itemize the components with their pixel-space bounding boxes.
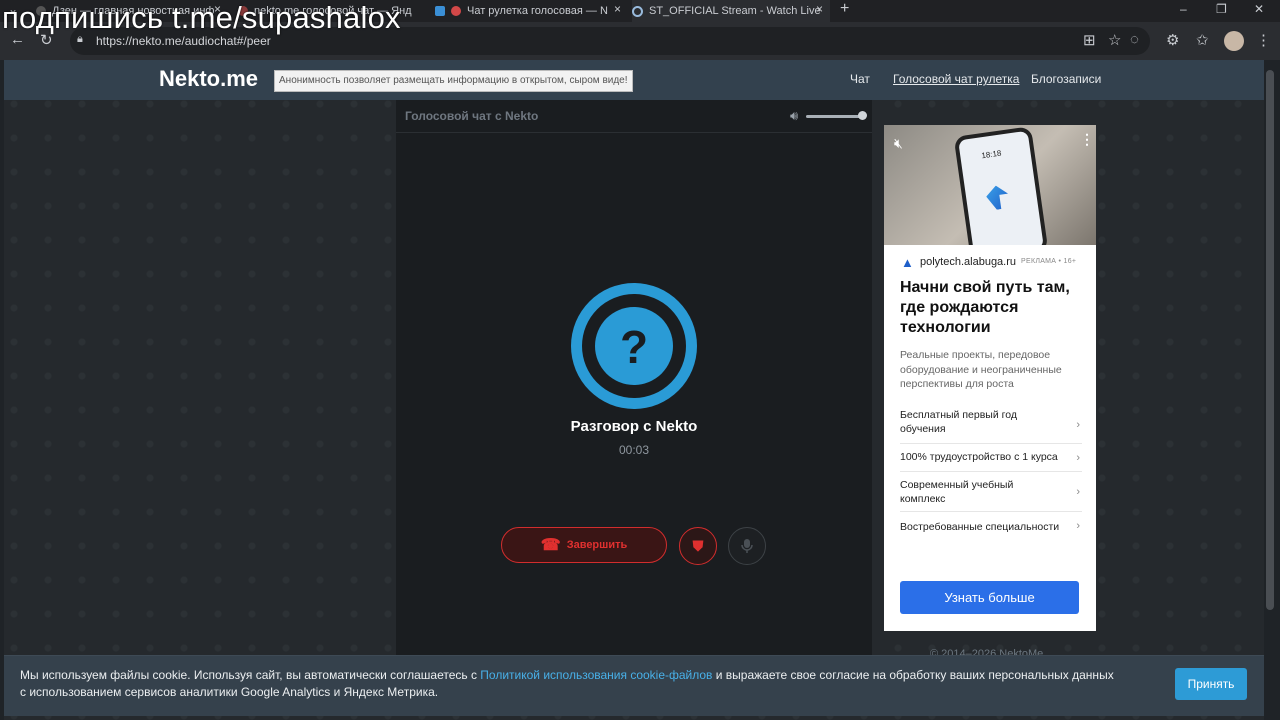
loading-icon bbox=[632, 5, 643, 17]
recording-icon bbox=[451, 6, 461, 16]
call-timer: 00:03 bbox=[618, 443, 650, 457]
site-logo[interactable]: Nekto.me bbox=[159, 66, 258, 92]
mic-icon bbox=[741, 539, 753, 553]
more-icon[interactable]: ⋮ bbox=[1256, 31, 1271, 49]
ad-title[interactable]: Начни свой путь там, где рождаются техно… bbox=[900, 278, 1086, 338]
ad-description: Реальные проекты, передовое оборудование… bbox=[900, 349, 1062, 390]
sync-icon[interactable]: ◌ bbox=[1130, 31, 1139, 48]
cookie-text: Мы используем файлы cookie. Используя са… bbox=[20, 667, 1120, 701]
voice-chat-panel: Голосовой чат с Nekto 🔊︎ ? Разговор с Ne… bbox=[396, 100, 872, 660]
volume-icon[interactable]: 🔊︎ bbox=[790, 108, 798, 124]
maximize-icon[interactable]: ❐ bbox=[1216, 2, 1227, 16]
chat-title: Голосовой чат с Nekto bbox=[405, 109, 539, 123]
cookie-accept-button[interactable]: Принять bbox=[1175, 668, 1247, 700]
minimize-icon[interactable]: – bbox=[1180, 2, 1187, 16]
mute-mic-button[interactable] bbox=[728, 527, 766, 565]
chevron-right-icon: › bbox=[1076, 520, 1080, 532]
ad-brand-logo-icon bbox=[985, 184, 1010, 211]
ad-menu-icon[interactable]: ⋮ bbox=[1080, 131, 1094, 148]
volume-slider[interactable] bbox=[806, 115, 862, 118]
ad-item-label: Современный учебный комплекс bbox=[900, 479, 1014, 505]
advertisement[interactable]: 18:18 🔇︎ ⋮ ▲ polytech.alabuga.ru РЕКЛАМА… bbox=[884, 125, 1096, 631]
tab-nekto[interactable]: Чат рулетка голосовая — N bbox=[435, 0, 625, 22]
tab-close-icon[interactable]: × bbox=[816, 2, 823, 16]
cookie-text-start: Мы используем файлы cookie. Используя са… bbox=[20, 668, 481, 682]
phone-hangup-icon: ☎︎ bbox=[540, 537, 561, 554]
scrollbar[interactable] bbox=[1266, 70, 1274, 610]
tab-title: ST_OFFICIAL Stream - Watch Live bbox=[649, 5, 821, 17]
close-window-icon[interactable]: ✕ bbox=[1254, 2, 1264, 16]
phone-clock: 18:18 bbox=[980, 148, 1002, 161]
watermark: подпишись t.me/supashalox bbox=[2, 0, 401, 35]
extensions-icon[interactable]: ⚙︎ bbox=[1166, 31, 1179, 49]
new-tab-button[interactable]: + bbox=[840, 0, 849, 18]
apps-icon[interactable]: ⊞ bbox=[1083, 31, 1096, 49]
domain-logo-icon: ▲ bbox=[901, 255, 914, 270]
peer-name: Разговор с Nekto bbox=[570, 418, 698, 435]
tab-title: Чат рулетка голосовая — N bbox=[467, 5, 608, 17]
site-header: Nekto.me Анонимность позволяет размещать… bbox=[4, 60, 1264, 100]
chevron-right-icon: › bbox=[1076, 451, 1080, 464]
ad-item[interactable]: Современный учебный комплекс › bbox=[900, 472, 1082, 512]
favorites-icon[interactable]: ✩ bbox=[1196, 31, 1209, 49]
chevron-right-icon: › bbox=[1076, 485, 1080, 498]
tab-stream[interactable]: ST_OFFICIAL Stream - Watch Live bbox=[632, 0, 830, 22]
ad-label: РЕКЛАМА • 16+ bbox=[1021, 258, 1077, 265]
nav-voice-roulette[interactable]: Голосовой чат рулетка bbox=[893, 72, 1019, 86]
page: Nekto.me Анонимность позволяет размещать… bbox=[4, 60, 1264, 720]
end-call-button[interactable]: ☎︎ Завершить bbox=[501, 527, 667, 563]
cookie-banner: Мы используем файлы cookie. Используя са… bbox=[4, 655, 1264, 716]
ad-item[interactable]: 100% трудоустройство с 1 курса › bbox=[900, 444, 1082, 472]
profile-icon[interactable] bbox=[1224, 31, 1244, 51]
ad-item-label: 100% трудоустройство с 1 курса bbox=[900, 451, 1058, 463]
star-icon[interactable]: ☆ bbox=[1108, 31, 1121, 49]
site-slogan: Анонимность позволяет размещать информац… bbox=[274, 70, 633, 92]
nav-blog[interactable]: Блогозаписи bbox=[1031, 72, 1101, 86]
mute-icon[interactable]: 🔇︎ bbox=[894, 135, 903, 152]
tab-close-icon[interactable]: × bbox=[614, 2, 621, 16]
ad-domain[interactable]: polytech.alabuga.ru bbox=[920, 256, 1016, 268]
ad-item-label: Бесплатный первый год обучения bbox=[900, 409, 1017, 435]
ad-item-label: Востребованные специальности bbox=[900, 521, 1060, 533]
volume-slider-knob[interactable] bbox=[858, 111, 867, 120]
unknown-peer-icon: ? bbox=[595, 307, 673, 385]
nav-chat[interactable]: Чат bbox=[850, 72, 870, 86]
peer-avatar: ? bbox=[571, 283, 697, 409]
ad-cta-button[interactable]: Узнать больше bbox=[900, 581, 1079, 614]
end-call-label: Завершить bbox=[566, 539, 628, 551]
ad-item[interactable]: Востребованные специальности › bbox=[900, 512, 1082, 540]
chevron-right-icon: › bbox=[1076, 418, 1080, 431]
phone-image: 18:18 bbox=[953, 126, 1049, 245]
cookie-policy-link[interactable]: Политикой использования cookie-файлов bbox=[480, 668, 712, 682]
shield-icon: ⛊ bbox=[692, 537, 704, 555]
ad-item[interactable]: Бесплатный первый год обучения › bbox=[900, 406, 1082, 444]
tab-favicon-icon bbox=[435, 6, 445, 16]
report-button[interactable]: ⛊ bbox=[679, 527, 717, 565]
chat-header: Голосовой чат с Nekto 🔊︎ bbox=[396, 100, 872, 133]
url-text: https://nekto.me/audiochat#/peer bbox=[96, 34, 271, 48]
ad-image[interactable]: 18:18 🔇︎ ⋮ bbox=[884, 125, 1096, 245]
